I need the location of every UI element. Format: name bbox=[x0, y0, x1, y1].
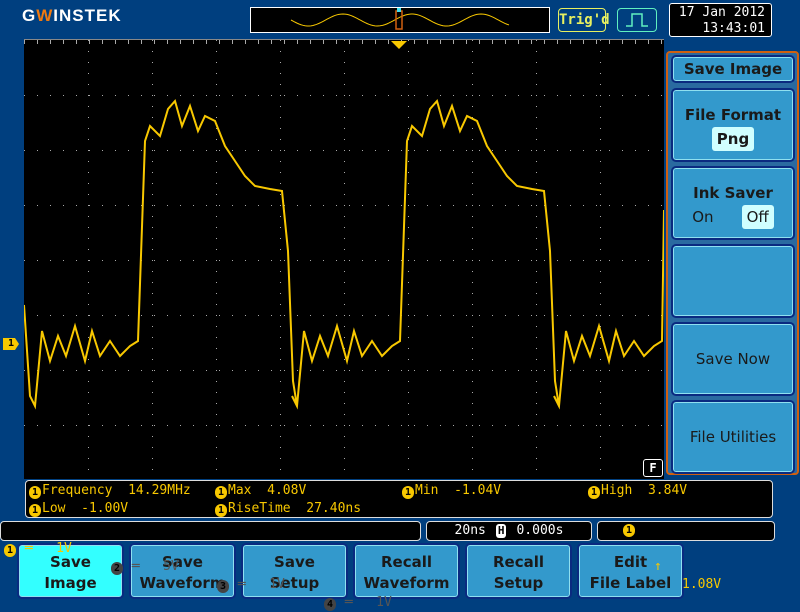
measurement-max: 1 Max 4.08V bbox=[215, 483, 306, 499]
file-format-value: Png bbox=[711, 127, 755, 151]
ch2-status[interactable]: 2 ═ 5V bbox=[111, 558, 179, 576]
channel-status-bar: 1 ═ 1V 2 ═ 5V 3 ═ 1V 4 ═ 1V bbox=[0, 521, 421, 611]
file-format-button[interactable]: File Format Png bbox=[671, 88, 795, 162]
trigger-status-bar[interactable]: 1 ↑ 1.08V bbox=[597, 521, 775, 592]
trigger-status: Trig'd bbox=[558, 8, 610, 32]
ink-saver-label: Ink Saver bbox=[693, 184, 773, 202]
ink-off: Off bbox=[741, 205, 774, 229]
gwinstek-logo: GWINSTEK bbox=[22, 6, 122, 25]
filter-indicator: F bbox=[643, 459, 663, 477]
ch3-status[interactable]: 3 ═ 1V bbox=[217, 576, 285, 594]
time: 13:43:01 bbox=[702, 21, 765, 36]
ink-on: On bbox=[692, 208, 714, 226]
timebase-scale: 20ns bbox=[454, 523, 486, 538]
button-line2: Image bbox=[44, 574, 97, 592]
ch1-waveform bbox=[23, 98, 665, 410]
measurement-low: 1 Low -1.00V bbox=[29, 501, 128, 517]
empty-menu-button bbox=[671, 244, 795, 318]
horizontal-mode-icon: H bbox=[495, 524, 507, 538]
side-menu: Save Image File Format Png Ink Saver On Off… bbox=[666, 51, 799, 475]
ch4-status[interactable]: 4 ═ 1V bbox=[324, 594, 392, 612]
button-line2: Waveform bbox=[363, 574, 450, 592]
button-line1: Save bbox=[274, 553, 315, 571]
save-now-button[interactable]: Save Now bbox=[671, 322, 795, 396]
rising-edge-icon: ↑ bbox=[654, 559, 662, 574]
ch1-ground-marker[interactable]: 1 bbox=[3, 338, 19, 350]
measurement-high: 1 High 3.84V bbox=[588, 483, 687, 499]
date: 17 Jan 2012 bbox=[678, 5, 765, 20]
horizontal-position: 0.000s bbox=[516, 523, 564, 538]
button-line2: File Label bbox=[589, 574, 672, 592]
datetime-display: 17 Jan 2012 13:43:01 bbox=[669, 3, 772, 37]
bottom-button-5[interactable]: Edit File Label bbox=[577, 543, 684, 599]
bottom-button-4[interactable]: Recall Setup bbox=[465, 543, 572, 599]
menu-title-save-image: Save Image bbox=[671, 55, 795, 83]
timebase-status[interactable]: 20ns H 0.000s bbox=[426, 521, 592, 541]
ch1-status[interactable]: 1 ═ 1V bbox=[4, 540, 72, 558]
pulse-trigger-icon bbox=[617, 8, 657, 32]
file-format-label: File Format bbox=[684, 106, 782, 124]
measurement-min: 1 Min -1.04V bbox=[402, 483, 501, 499]
button-line1: Recall bbox=[492, 553, 545, 571]
button-line1: Recall bbox=[380, 553, 433, 571]
trigger-level: 1.08V bbox=[682, 577, 722, 592]
button-line1: Edit bbox=[613, 553, 648, 571]
measurement-frequency: 1 Frequency 14.29MHz bbox=[29, 483, 191, 499]
measurement-panel: 1 Frequency 14.29MHz 1 Max 4.08V 1 Min -1.0… bbox=[25, 480, 773, 518]
bottom-button-3[interactable]: Recall Waveform bbox=[353, 543, 460, 599]
trigger-position-marker bbox=[391, 41, 407, 49]
file-utilities-button[interactable]: File Utilities bbox=[671, 400, 795, 474]
trigger-source: 1 bbox=[623, 524, 635, 537]
overview-wave bbox=[290, 8, 510, 30]
waveform-overview bbox=[250, 7, 550, 33]
measurement-risetime: 1 RiseTime 27.40ns bbox=[215, 501, 361, 517]
waveform-display bbox=[23, 39, 665, 479]
ink-saver-button[interactable]: Ink Saver On Off bbox=[671, 166, 795, 240]
button-line2: Setup bbox=[493, 574, 544, 592]
